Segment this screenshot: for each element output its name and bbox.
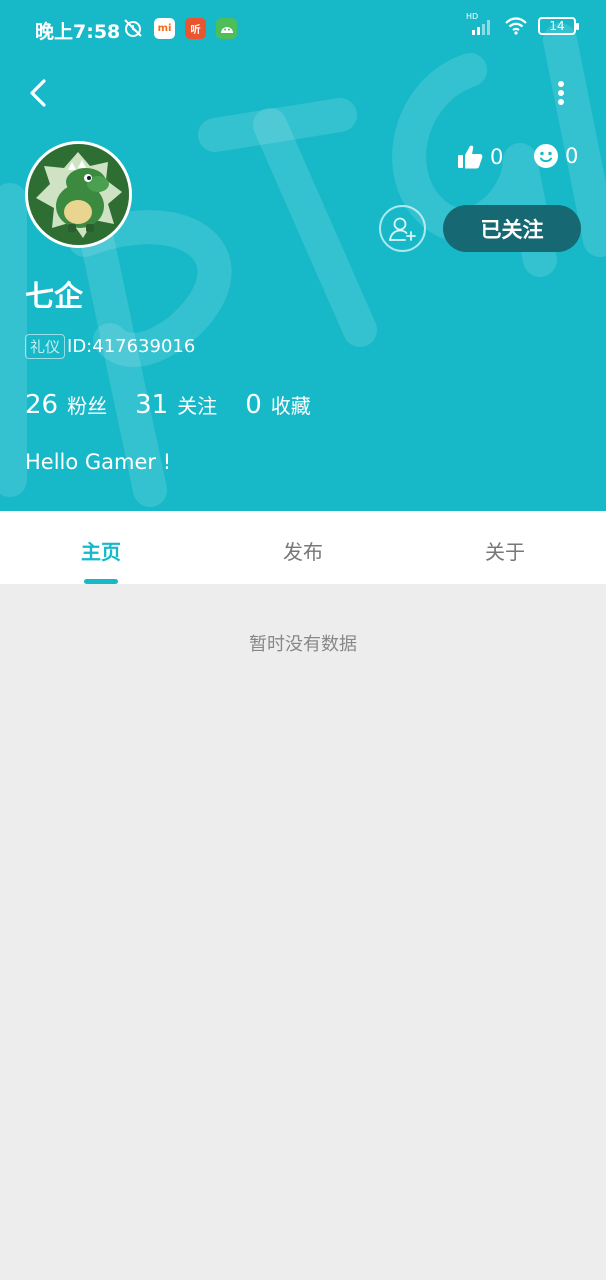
smiley-icon	[534, 144, 558, 168]
alarm-off-icon	[124, 19, 142, 37]
battery-indicator: 14	[538, 17, 579, 35]
profile-header: 晚上7:58 mi 听 HD 14 0 0 已关注 七企 礼仪 ID:41763…	[0, 0, 606, 511]
wifi-icon	[505, 17, 527, 35]
stat-following-label: 关注	[177, 394, 218, 418]
status-notification-icons: mi 听	[122, 17, 237, 39]
profile-tabs: 主页 发布 关于	[0, 511, 606, 584]
watermark-logo	[0, 23, 606, 507]
back-arrow-icon[interactable]	[22, 76, 56, 110]
tab-posts[interactable]: 发布	[202, 511, 404, 584]
likes-count: 0	[490, 145, 504, 169]
profile-stats: 26 粉丝 31 关注 0 收藏	[25, 390, 339, 420]
android-app-icon	[216, 17, 237, 39]
smiles-counter[interactable]: 0	[533, 143, 578, 169]
status-time: 晚上7:58	[35, 21, 121, 43]
add-friend-button[interactable]	[379, 205, 426, 252]
stat-following[interactable]: 31 关注	[135, 390, 245, 420]
ting-app-icon-label: 听	[190, 24, 201, 36]
empty-state-message: 暂时没有数据	[249, 634, 357, 655]
mi-app-icon: mi	[154, 17, 175, 39]
user-nickname: 七企	[25, 279, 84, 313]
add-user-icon	[388, 217, 416, 241]
tab-active-indicator	[84, 579, 118, 584]
user-tag-badge: 礼仪	[25, 334, 66, 359]
user-id: ID:417639016	[67, 336, 196, 357]
stat-favorites-count: 0	[245, 390, 262, 420]
tab-about-label: 关于	[485, 540, 525, 564]
mi-app-icon-label: mi	[157, 22, 172, 34]
avatar[interactable]	[25, 141, 132, 248]
ting-app-icon: 听	[185, 17, 206, 39]
avatar-dinosaur-image	[28, 144, 129, 245]
stat-fans-count: 26	[25, 390, 59, 420]
tab-posts-label: 发布	[283, 540, 323, 564]
tab-about[interactable]: 关于	[404, 511, 606, 584]
smiles-count: 0	[565, 144, 579, 168]
likes-counter[interactable]: 0	[456, 143, 503, 171]
stat-favorites-label: 收藏	[270, 394, 311, 418]
stat-favorites[interactable]: 0 收藏	[245, 390, 339, 420]
followed-button[interactable]: 已关注	[443, 205, 581, 252]
more-options-icon[interactable]	[548, 76, 574, 110]
tab-home-label: 主页	[81, 540, 121, 564]
stat-following-count: 31	[135, 390, 169, 420]
stat-fans-label: 粉丝	[67, 394, 108, 418]
stat-fans[interactable]: 26 粉丝	[25, 390, 135, 420]
status-bar: 晚上7:58 mi 听 HD 14	[0, 0, 606, 60]
battery-level: 14	[549, 19, 565, 33]
network-hd-label: HD	[466, 12, 479, 21]
thumbs-up-icon	[458, 145, 483, 169]
signal-icon: HD	[466, 12, 494, 37]
user-bio: Hello Gamer !	[25, 450, 172, 474]
user-id-row: 礼仪 ID:417639016	[25, 334, 195, 359]
tab-home[interactable]: 主页	[0, 511, 202, 584]
status-system-icons: HD 14	[466, 12, 579, 37]
android-head-icon	[220, 27, 233, 33]
